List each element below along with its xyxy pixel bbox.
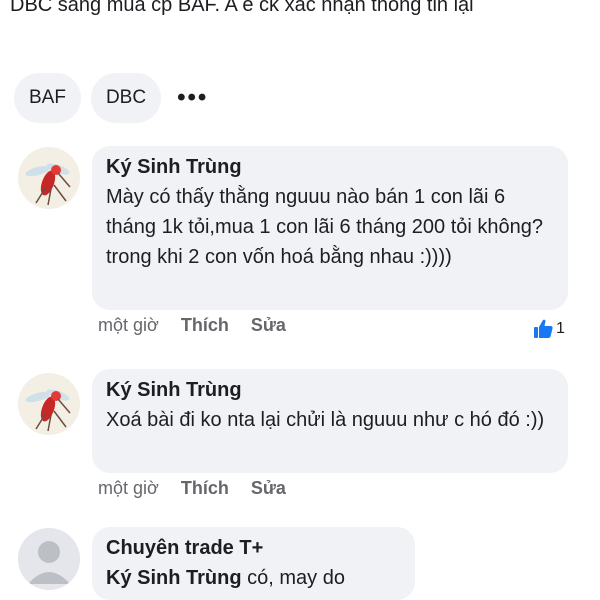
thumbs-up-icon bbox=[534, 319, 553, 338]
comment-body: Ký Sinh Trùng có, may do bbox=[106, 563, 401, 593]
reaction-count[interactable]: 1 bbox=[532, 318, 565, 340]
comment-bubble: Ký Sinh Trùng Mày có thấy thằng nguuu nà… bbox=[92, 146, 568, 310]
comment-author[interactable]: Chuyên trade T+ bbox=[106, 535, 401, 561]
like-button[interactable]: Thích bbox=[181, 478, 229, 499]
avatar[interactable] bbox=[18, 373, 80, 435]
tag-dbc[interactable]: DBC bbox=[90, 73, 162, 123]
comment-author[interactable]: Ký Sinh Trùng bbox=[106, 154, 554, 180]
comment-time[interactable]: một giờ bbox=[98, 478, 159, 499]
more-options-icon[interactable]: ••• bbox=[177, 73, 208, 123]
comment-text: Mày có thấy thằng nguuu nào bán 1 con lã… bbox=[106, 186, 543, 268]
avatar[interactable] bbox=[18, 528, 80, 590]
comment-author[interactable]: Ký Sinh Trùng bbox=[106, 377, 554, 403]
avatar[interactable] bbox=[18, 147, 80, 209]
tag-baf[interactable]: BAF bbox=[14, 73, 81, 123]
comment-text: Xoá bài đi ko nta lại chửi là nguuu như … bbox=[106, 409, 545, 431]
tag-bar: BAF DBC ••• bbox=[14, 73, 208, 123]
reaction-count-value: 1 bbox=[556, 320, 565, 337]
mention-link[interactable]: Ký Sinh Trùng bbox=[106, 567, 242, 589]
post-text: DBC sang mua cp BAF. A e ck xác nhận thô… bbox=[10, 0, 474, 16]
edit-button[interactable]: Sửa bbox=[251, 315, 286, 336]
comment-actions: một giờ Thích Sửa bbox=[98, 315, 308, 336]
comment-actions: một giờ Thích Sửa bbox=[98, 478, 308, 499]
mosquito-icon bbox=[18, 373, 80, 435]
mosquito-icon bbox=[18, 147, 80, 209]
edit-button[interactable]: Sửa bbox=[251, 478, 286, 499]
comment-text: có, may do bbox=[247, 567, 345, 589]
like-button[interactable]: Thích bbox=[181, 315, 229, 336]
comment-bubble: Ký Sinh Trùng Xoá bài đi ko nta lại chửi… bbox=[92, 369, 568, 473]
default-user-icon bbox=[18, 528, 80, 590]
comment-time[interactable]: một giờ bbox=[98, 315, 159, 336]
comment-bubble: Chuyên trade T+ Ký Sinh Trùng có, may do bbox=[92, 527, 415, 600]
